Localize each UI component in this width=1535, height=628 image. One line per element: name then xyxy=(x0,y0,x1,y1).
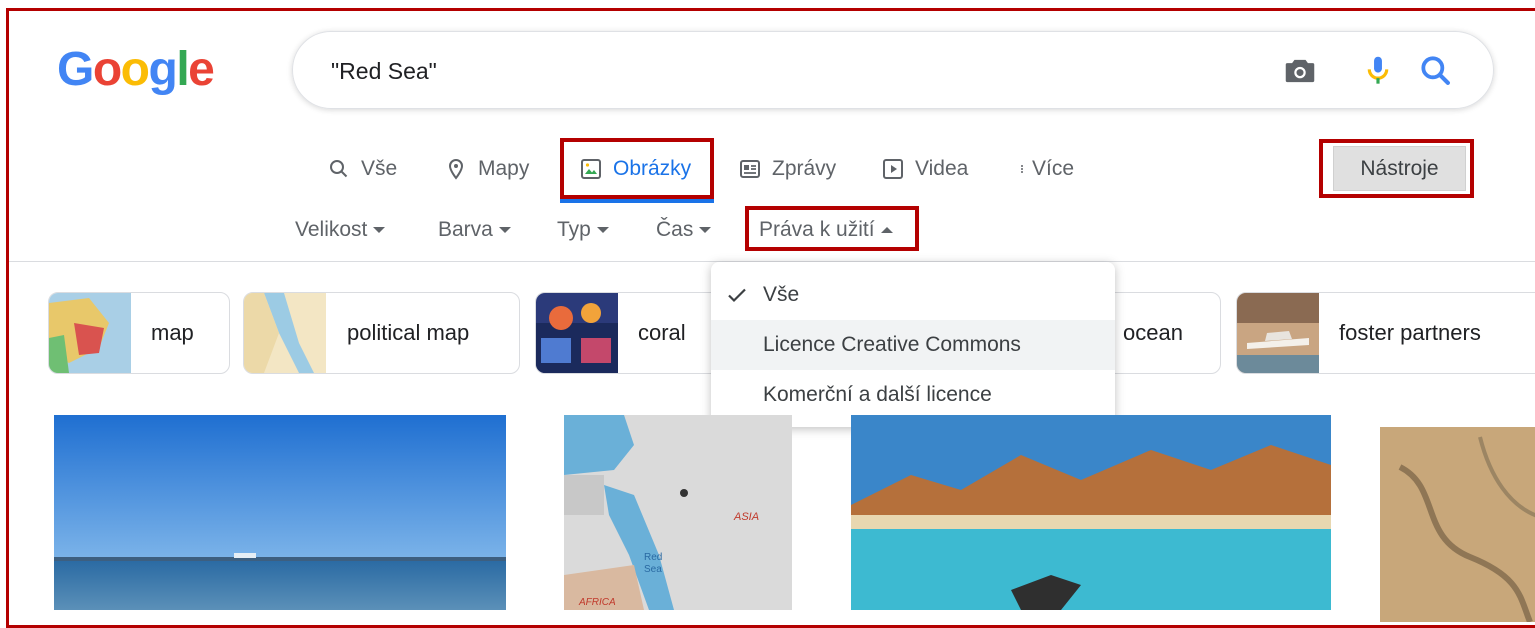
usage-rights-option-commercial[interactable]: Komerční a další licence xyxy=(711,370,1115,420)
usage-rights-option-creative-commons[interactable]: Licence Creative Commons xyxy=(711,320,1115,370)
active-tab-indicator xyxy=(560,199,714,203)
menu-item-label: Komerční a další licence xyxy=(763,383,992,406)
chip-map[interactable]: map xyxy=(48,292,230,374)
chip-thumbnail xyxy=(49,293,131,373)
play-icon xyxy=(883,159,903,179)
images-tab-highlight xyxy=(560,138,714,199)
tab-news[interactable]: Zprávy xyxy=(738,150,836,188)
chip-coral[interactable]: coral xyxy=(535,292,735,374)
tab-label: Vše xyxy=(361,157,398,180)
svg-text:ASIA: ASIA xyxy=(733,511,759,523)
filter-label: Čas xyxy=(656,218,694,241)
chip-thumbnail xyxy=(536,293,618,373)
image-result-beach[interactable] xyxy=(54,415,506,610)
checkmark-icon xyxy=(728,288,746,303)
image-result-mountains-snorkel[interactable] xyxy=(851,415,1331,610)
logo-letter: g xyxy=(148,43,178,96)
caret-down-icon xyxy=(498,227,511,233)
tab-label: Videa xyxy=(915,157,969,180)
tab-more[interactable]: Více xyxy=(1016,150,1074,188)
tab-maps[interactable]: Mapy xyxy=(444,150,529,188)
logo-letter: G xyxy=(57,43,94,96)
chip-thumbnail xyxy=(244,293,326,373)
filter-color[interactable]: Barva xyxy=(438,215,511,245)
caret-down-icon xyxy=(699,227,712,233)
chip-label: foster partners xyxy=(1339,320,1481,345)
menu-item-label: Vše xyxy=(763,283,800,306)
caret-down-icon xyxy=(373,227,386,233)
filter-label: Velikost xyxy=(295,218,368,241)
filter-time[interactable]: Čas xyxy=(656,215,712,245)
chip-label: coral xyxy=(638,320,686,345)
search-box xyxy=(292,31,1494,109)
chip-political-map[interactable]: political map xyxy=(243,292,520,374)
microphone-icon[interactable] xyxy=(1359,52,1397,90)
tab-all[interactable]: Vše xyxy=(327,150,397,188)
tab-label: Zprávy xyxy=(772,157,837,180)
image-result-region-map[interactable]: ASIA AFRICA Red Sea xyxy=(564,415,792,610)
filter-size[interactable]: Velikost xyxy=(295,215,386,245)
chip-label: map xyxy=(151,320,194,345)
filter-label: Barva xyxy=(438,218,493,241)
logo-letter: o xyxy=(120,43,150,96)
chip-label: political map xyxy=(347,320,470,345)
news-icon xyxy=(740,160,760,178)
tab-label: Mapy xyxy=(478,157,530,180)
tab-label: Více xyxy=(1032,157,1075,180)
logo-letter: o xyxy=(92,43,122,96)
svg-text:Sea: Sea xyxy=(644,564,662,575)
camera-icon[interactable] xyxy=(1281,52,1319,90)
google-logo[interactable]: Google xyxy=(57,43,215,96)
more-vertical-icon xyxy=(1021,165,1023,173)
usage-rights-menu: Vše Licence Creative Commons Komerční a … xyxy=(711,262,1115,427)
svg-text:Red: Red xyxy=(644,552,662,563)
usage-rights-option-all[interactable]: Vše xyxy=(711,270,1115,320)
filter-type[interactable]: Typ xyxy=(557,215,609,245)
tab-videos[interactable]: Videa xyxy=(881,150,968,188)
image-result-satellite[interactable] xyxy=(1380,427,1535,622)
menu-item-label: Licence Creative Commons xyxy=(763,333,1021,356)
filter-label: Typ xyxy=(557,218,591,241)
caret-down-icon xyxy=(596,227,609,233)
logo-letter: l xyxy=(176,43,189,96)
chip-foster-partners[interactable]: foster partners xyxy=(1236,292,1535,374)
search-icon[interactable] xyxy=(1417,52,1455,90)
chip-thumbnail xyxy=(1237,293,1319,373)
search-input[interactable] xyxy=(329,54,1233,88)
logo-letter: e xyxy=(188,43,215,96)
map-pin-icon xyxy=(448,158,464,180)
search-icon xyxy=(330,160,348,178)
tools-button-highlight xyxy=(1319,139,1474,198)
usage-rights-highlight xyxy=(745,206,919,251)
chip-label: ocean xyxy=(1123,320,1183,345)
svg-text:AFRICA: AFRICA xyxy=(578,597,616,608)
